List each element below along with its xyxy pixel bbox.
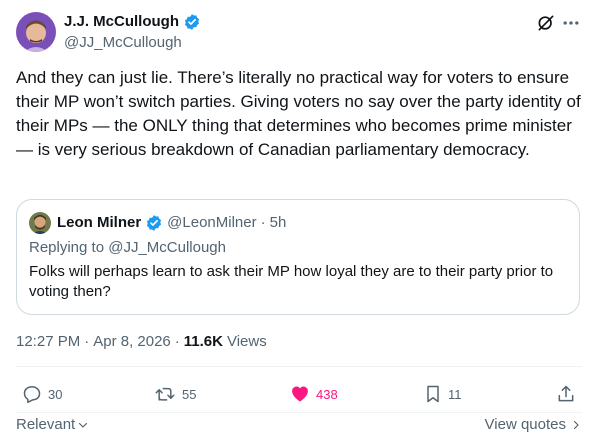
quoted-author-handle[interactable]: @LeonMilner [167, 213, 256, 233]
quoted-author-name[interactable]: Leon Milner [57, 213, 141, 233]
bookmark-icon [427, 385, 439, 403]
like-count: 438 [316, 386, 338, 402]
quoted-verified-badge-icon [145, 214, 163, 232]
tweet-meta: 12:27 PM · Apr 8, 2026 · 11.6K Views [16, 332, 267, 352]
quoted-separator: · [260, 214, 266, 231]
tweet-date[interactable]: Apr 8, 2026 [93, 332, 171, 352]
author-handle[interactable]: @JJ_McCullough [64, 33, 182, 53]
tweet-text: And they can just lie. There’s literally… [16, 68, 581, 159]
author-name-row[interactable]: J.J. McCullough [64, 12, 201, 32]
author-avatar[interactable] [16, 12, 56, 52]
repost-count: 55 [182, 386, 197, 402]
reply-icon [23, 386, 41, 404]
divider [16, 412, 582, 413]
bookmark-count: 11 [448, 386, 462, 402]
share-button[interactable] [556, 384, 576, 404]
heart-filled-icon [292, 386, 308, 402]
quoted-author-avatar[interactable] [29, 212, 51, 234]
sort-label: Relevant [16, 416, 76, 433]
quoted-replying-to: Replying to @JJ_McCullough [29, 239, 226, 256]
divider [16, 366, 582, 367]
share-icon [558, 385, 574, 402]
quoted-tweet-text: Folks will perhaps learn to ask their MP… [29, 263, 554, 300]
meta-separator: · [174, 333, 180, 350]
chevron-down-icon [79, 422, 88, 428]
like-button[interactable]: 438 [290, 384, 338, 404]
verified-badge-icon [183, 13, 201, 31]
tweet-time[interactable]: 12:27 PM [16, 332, 80, 352]
view-quotes-link[interactable]: View quotes [485, 416, 582, 433]
views-count: 11.6K [183, 333, 223, 350]
bookmark-button[interactable]: 11 [424, 384, 462, 404]
views-label: Views [226, 333, 267, 350]
grok-icon[interactable] [535, 12, 557, 34]
quoted-tweet[interactable]: Leon Milner @LeonMilner · 5h Replying to… [16, 199, 580, 315]
meta-separator: · [84, 333, 90, 350]
action-bar: 30 55 438 11 [16, 378, 582, 412]
author-name[interactable]: J.J. McCullough [64, 12, 179, 32]
repost-icon [155, 387, 175, 401]
reply-count: 30 [48, 386, 63, 402]
view-quotes-label: View quotes [484, 416, 566, 433]
quoted-timestamp[interactable]: 5h [270, 213, 287, 233]
reply-button[interactable]: 30 [22, 384, 62, 404]
replies-toolbar: Relevant View quotes [16, 416, 582, 438]
sort-dropdown[interactable]: Relevant [16, 416, 89, 433]
chevron-right-icon [573, 420, 579, 429]
repost-button[interactable]: 55 [154, 384, 196, 404]
more-options-icon[interactable] [560, 12, 582, 34]
quoted-header: Leon Milner @LeonMilner · 5h [57, 213, 286, 233]
